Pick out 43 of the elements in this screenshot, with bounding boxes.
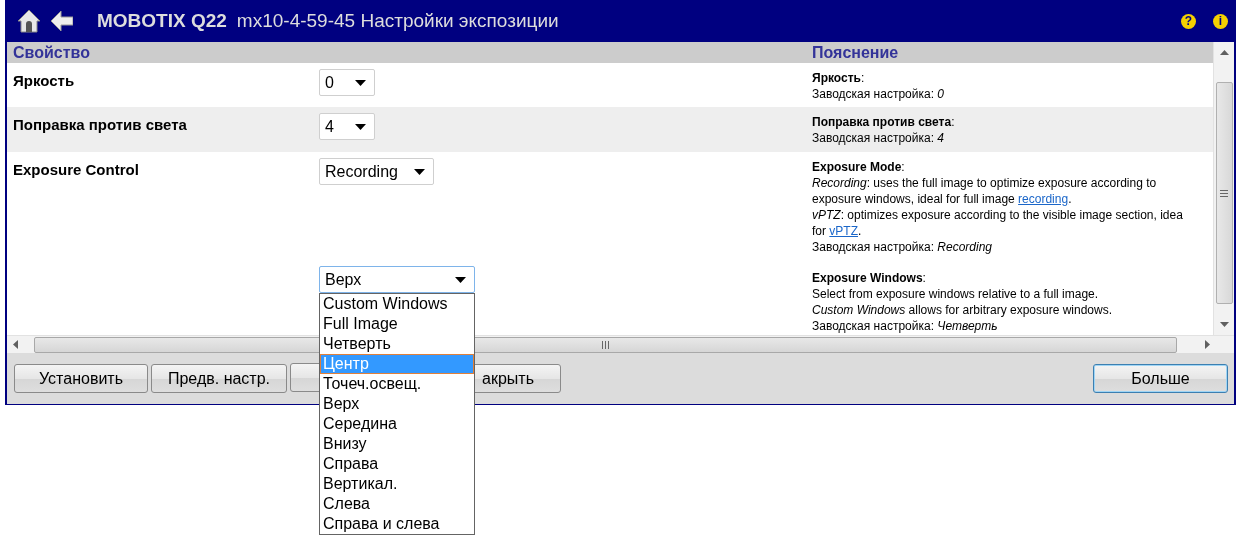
button[interactable]: Установить [14, 364, 148, 393]
dropdown-arrow-icon [355, 79, 366, 86]
column-header: Пояснение [812, 42, 1213, 63]
dropdown-option[interactable]: Full Image [320, 314, 474, 334]
dropdown-option[interactable]: Справа и слева [320, 514, 474, 534]
button[interactable]: Больше [1093, 364, 1228, 393]
dropdown-arrow-icon [355, 123, 366, 130]
property-label: Exposure Control [12, 160, 140, 180]
dropdown-option[interactable]: Справа [320, 454, 474, 474]
dropdown-option[interactable]: Четверть [320, 334, 474, 354]
help-icon[interactable]: ? [1181, 13, 1196, 29]
dropdown-option[interactable]: Верх [320, 394, 474, 414]
brand-name: MOBOTIX Q22 [97, 10, 227, 32]
dropdown-option[interactable]: Вертикал. [320, 474, 474, 494]
property-label: Яркость [12, 71, 76, 91]
column-header: Свойство [7, 42, 812, 63]
explanation-text: Exposure Mode: Recording: uses the full image to optimize exposure according to exposure windows, ideal for full image recording. vPTZ: optimizes exposure according to the visible image section, idea for vPTZ. Заводская настройка: Recording [812, 159, 1184, 255]
explanation-text: Exposure Windows: Select from exposure windows relative to a full image. Custom Windows allows for arbitrary exposure windows. Заводская настройка: Четверть [812, 270, 1113, 334]
property-label: Поправка против света [7, 107, 319, 152]
dropdown-arrow-icon [413, 168, 425, 175]
dropdown-option[interactable]: Внизу [320, 434, 474, 454]
explanation-text: Яркость: Заводская настройка: 0 [812, 70, 945, 102]
dropdown-option[interactable]: Середина [320, 414, 474, 434]
scroll-right-icon[interactable] [1205, 340, 1210, 349]
info-icon[interactable]: i [1213, 13, 1228, 29]
scroll-left-icon[interactable] [13, 340, 18, 349]
explanation-text: Поправка против света: Заводская настройка: 4 [812, 114, 956, 146]
button[interactable]: Предв. настр. [151, 364, 287, 393]
window-title: mx10-4-59-45 Настройки экспозиции [236, 10, 559, 32]
vertical-scrollbar[interactable] [1213, 42, 1234, 335]
link[interactable]: vPTZ [829, 224, 858, 238]
scroll-up-icon[interactable] [1219, 50, 1229, 55]
dropdown[interactable]: 4 [319, 113, 375, 140]
dropdown[interactable]: Recording [319, 158, 434, 185]
dropdown[interactable]: Верх [319, 266, 475, 293]
dropdown-option[interactable]: Слева [320, 494, 474, 514]
home-icon[interactable] [17, 9, 41, 33]
dropdown-option[interactable]: Custom Windows [320, 294, 474, 314]
dropdown-arrow-icon [455, 276, 466, 283]
back-arrow-icon[interactable] [51, 11, 73, 31]
scroll-thumb[interactable] [1215, 82, 1233, 304]
dropdown[interactable]: 0 [319, 69, 375, 96]
scroll-down-icon[interactable] [1219, 322, 1229, 327]
